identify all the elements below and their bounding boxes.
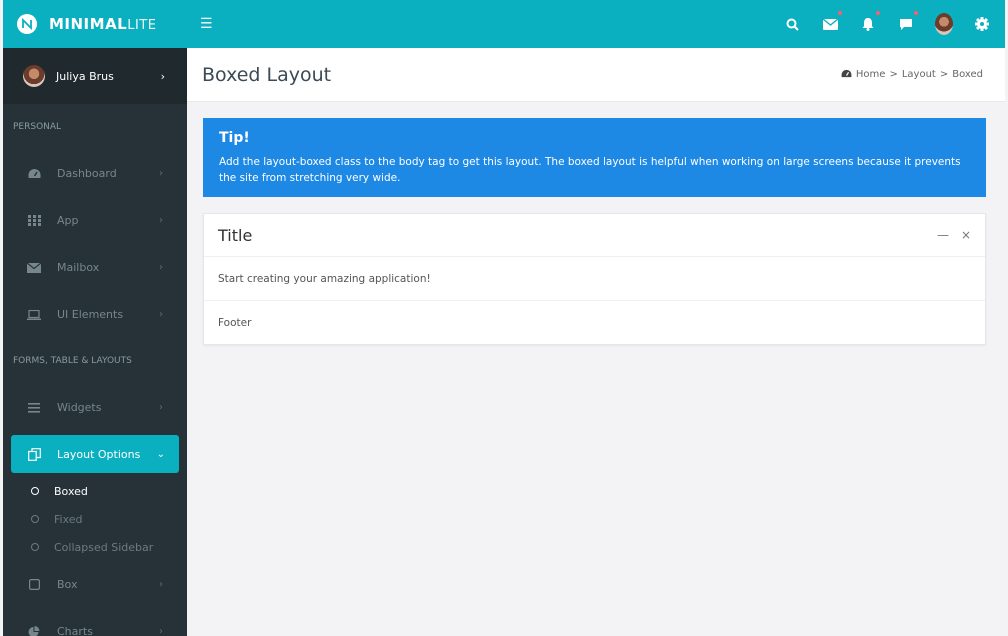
sidebar-item-box[interactable]: Box › [3,561,187,608]
mail-icon[interactable] [821,11,842,33]
circle-icon [31,487,39,495]
sidebar-item-ui-elements[interactable]: UI Elements › [3,291,187,338]
sidebar-item-layout-options[interactable]: Layout Options ⌄ [11,435,179,473]
brand[interactable]: MINIMALLITE [3,0,188,48]
sidebar-item-mailbox[interactable]: Mailbox › [3,244,187,291]
tip-title: Tip! [219,130,250,146]
chevron-right-icon: › [159,215,163,226]
sidebar-item-dashboard[interactable]: Dashboard › [3,150,187,197]
gear-icon[interactable] [973,15,991,33]
sidebar-item-label: UI Elements [57,308,124,321]
sidebar-item-label: Mailbox [57,261,100,274]
bell-icon[interactable] [859,11,880,33]
sidebar-subitem-collapsed[interactable]: Collapsed Sidebar [3,533,187,561]
user-panel[interactable]: Juliya Brus › [3,48,187,104]
pie-chart-icon [27,625,41,636]
sidebar-item-label: Charts [57,625,93,636]
square-icon [27,579,41,590]
sidebar-item-label: Layout Options [57,447,141,461]
circle-icon [31,543,39,551]
notification-dot [876,11,880,15]
sidebar-subitem-label: Collapsed Sidebar [54,540,154,554]
logo-icon [17,14,37,34]
brand-name: MINIMALLITE [49,15,157,33]
close-icon[interactable]: × [961,228,971,242]
sidebar-item-label: Widgets [57,401,102,414]
copy-icon [27,447,41,461]
bars-icon [27,402,41,413]
chevron-right-icon: › [159,626,163,636]
chevron-right-icon: › [160,69,165,83]
avatar [23,65,45,87]
box-body: Start creating your amazing application! [204,257,985,301]
chevron-right-icon: › [159,402,163,413]
sidebar-item-label: Box [57,578,78,591]
breadcrumb-separator: > [939,69,949,80]
chat-icon[interactable] [897,11,918,33]
box-tools: — × [937,228,971,242]
box-footer: Footer [218,316,252,329]
sidebar-item-charts[interactable]: Charts › [3,608,187,636]
sidebar-item-app[interactable]: App › [3,197,187,244]
sidebar-item-label: App [57,214,79,227]
envelope-icon [27,262,41,273]
page-title: Boxed Layout [202,63,332,86]
hamburger-icon[interactable]: ☰ [200,17,213,31]
breadcrumb-layout-link[interactable]: Layout [902,69,936,80]
minus-icon[interactable]: — [937,228,949,242]
chevron-down-icon: ⌄ [156,448,165,460]
dashboard-icon [841,69,852,81]
chevron-right-icon: › [159,579,163,590]
content-box: Title — × Start creating your amazing ap… [203,213,986,345]
breadcrumb-current: Boxed [952,69,983,80]
sidebar-subitem-boxed[interactable]: Boxed [3,477,187,505]
sidebar-subitem-label: Fixed [54,512,83,526]
tip-text: Add the layout-boxed class to the body t… [219,156,961,184]
breadcrumb-home-link[interactable]: Home [856,69,886,80]
grid-icon [27,215,41,226]
section-label-forms: FORMS, TABLE & LAYOUTS [13,356,132,366]
tip-callout: Tip! Add the layout-boxed class to the b… [203,118,986,197]
breadcrumb-separator: > [889,69,898,80]
user-avatar[interactable] [935,13,953,35]
section-label-personal: PERSONAL [13,122,62,132]
dashboard-icon [27,168,41,179]
sidebar-item-label: Dashboard [57,167,117,180]
user-name: Juliya Brus [56,69,114,83]
search-icon[interactable] [783,15,801,33]
breadcrumb: Home > Layout > Boxed [841,69,983,81]
notification-dot [838,11,842,15]
sidebar-subitem-fixed[interactable]: Fixed [3,505,187,533]
top-navbar: MINIMALLITE ☰ [3,0,1005,48]
circle-icon [31,515,39,523]
laptop-icon [27,309,41,320]
content-header: Boxed Layout Home > Layout > Boxed [187,48,1005,102]
notification-dot [914,11,918,15]
chevron-right-icon: › [159,168,163,179]
chevron-right-icon: › [159,309,163,320]
sidebar-item-widgets[interactable]: Widgets › [3,384,187,431]
sidebar-subitem-label: Boxed [54,484,88,498]
chevron-right-icon: › [159,262,163,273]
box-title: Title [218,225,253,245]
box-header: Title — × [204,214,985,257]
sidebar: Juliya Brus › PERSONAL Dashboard › App ›… [3,48,187,636]
main-content: Boxed Layout Home > Layout > Boxed Tip! … [187,48,1005,636]
